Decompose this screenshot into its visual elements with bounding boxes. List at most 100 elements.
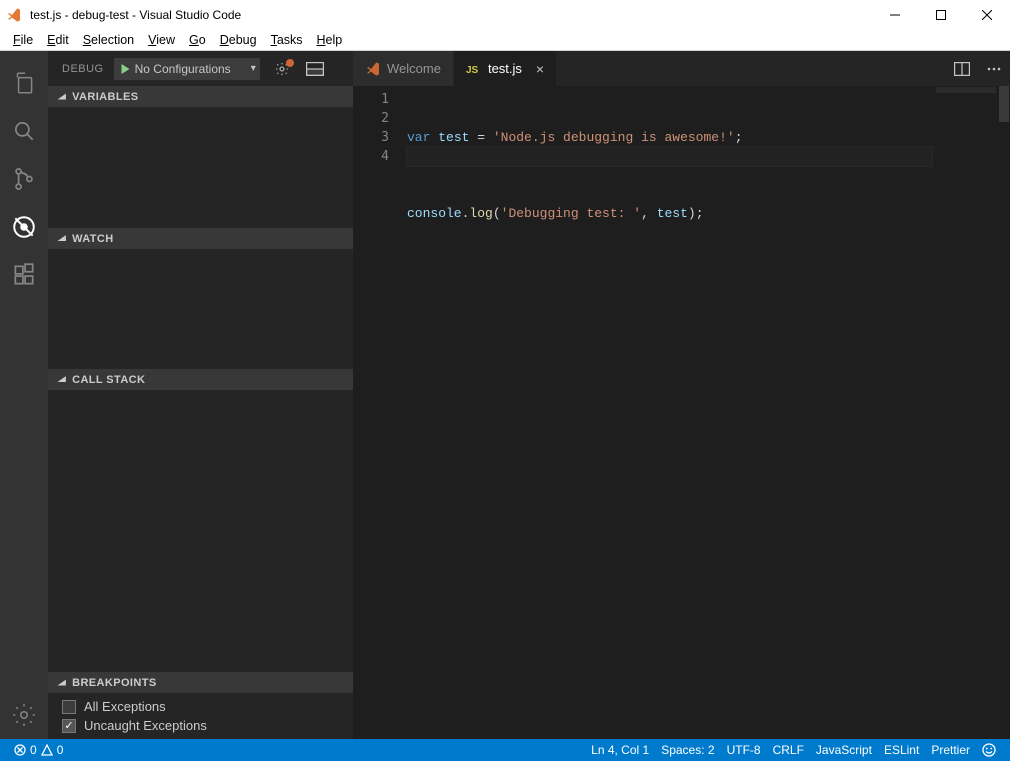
panel-watch-body	[48, 249, 353, 369]
code-punct: (	[493, 206, 501, 221]
status-prettier[interactable]: Prettier	[925, 743, 976, 757]
editor-tabs: Welcome JS test.js ×	[353, 51, 1010, 86]
editor-group: Welcome JS test.js × 1 2 3 4	[353, 51, 1010, 739]
panel-callstack-header[interactable]: ◢ CALL STACK	[48, 369, 353, 390]
panel-callstack-label: CALL STACK	[72, 374, 145, 386]
code-string: 'Debugging test: '	[501, 206, 641, 221]
activity-debug-icon[interactable]	[0, 203, 48, 251]
panel-callstack-body	[48, 390, 353, 672]
editor-body[interactable]: 1 2 3 4 var test = 'Node.js debugging is…	[353, 86, 1010, 739]
code-keyword: var	[407, 130, 430, 145]
activity-search-icon[interactable]	[0, 107, 48, 155]
minimap[interactable]	[936, 87, 996, 93]
status-eol[interactable]: CRLF	[767, 743, 810, 757]
window-minimize-button[interactable]	[872, 0, 918, 30]
panel-variables-body	[48, 107, 353, 228]
panel-breakpoints-label: BREAKPOINTS	[72, 677, 156, 689]
menu-debug[interactable]: Debug	[213, 31, 264, 49]
code-operator: =	[469, 130, 492, 145]
tab-testjs[interactable]: JS test.js ×	[454, 51, 557, 86]
error-icon	[14, 744, 26, 756]
vscode-logo-icon	[365, 61, 381, 77]
line-number: 2	[353, 109, 407, 128]
warning-icon	[41, 744, 53, 756]
status-problems[interactable]: 0 0	[8, 743, 69, 757]
breakpoint-label: Uncaught Exceptions	[84, 718, 207, 733]
panel-watch-label: WATCH	[72, 233, 114, 245]
chevron-down-icon: ◢	[58, 93, 66, 101]
code-identifier: test	[657, 206, 688, 221]
code-function: log	[469, 206, 492, 221]
breakpoint-uncaught-exceptions[interactable]: ✓ Uncaught Exceptions	[48, 716, 353, 735]
chevron-down-icon: ◢	[58, 679, 66, 687]
debug-start-icon[interactable]	[120, 63, 131, 75]
debug-config-selector[interactable]: No Configurations ▾	[114, 58, 260, 80]
debug-configure-icon[interactable]	[274, 61, 290, 77]
editor-gutter: 1 2 3 4	[353, 86, 407, 739]
status-cursor-position[interactable]: Ln 4, Col 1	[585, 743, 655, 757]
activity-extensions-icon[interactable]	[0, 251, 48, 299]
status-eslint[interactable]: ESLint	[878, 743, 925, 757]
checkbox-unchecked-icon[interactable]	[62, 700, 76, 714]
close-icon[interactable]: ×	[536, 61, 544, 77]
vscode-logo-icon	[6, 6, 24, 24]
editor-code[interactable]: var test = 'Node.js debugging is awesome…	[407, 86, 1010, 739]
debug-sidebar: DEBUG No Configurations ▾ ◢ VARIABLES ◢	[48, 51, 353, 739]
breakpoint-all-exceptions[interactable]: All Exceptions	[48, 697, 353, 716]
error-count: 0	[30, 743, 37, 757]
window-titlebar: test.js - debug-test - Visual Studio Cod…	[0, 0, 1010, 30]
activity-settings-icon[interactable]	[0, 691, 48, 739]
menu-go[interactable]: Go	[182, 31, 213, 49]
activity-explorer-icon[interactable]	[0, 59, 48, 107]
line-number: 1	[353, 90, 407, 109]
panel-breakpoints-header[interactable]: ◢ BREAKPOINTS	[48, 672, 353, 693]
window-maximize-button[interactable]	[918, 0, 964, 30]
js-file-icon: JS	[466, 61, 482, 77]
status-feedback-icon[interactable]	[976, 743, 1002, 757]
menu-edit[interactable]: Edit	[40, 31, 76, 49]
status-encoding[interactable]: UTF-8	[721, 743, 767, 757]
menu-help[interactable]: Help	[310, 31, 350, 49]
code-identifier: test	[438, 130, 469, 145]
tab-label: test.js	[488, 61, 522, 76]
window-title: test.js - debug-test - Visual Studio Cod…	[30, 8, 241, 22]
code-punct: ,	[641, 206, 657, 221]
menu-selection[interactable]: Selection	[76, 31, 141, 49]
code-punct: ;	[735, 130, 743, 145]
svg-text:JS: JS	[466, 65, 479, 76]
breakpoint-label: All Exceptions	[84, 699, 166, 714]
tab-label: Welcome	[387, 61, 441, 76]
status-indent[interactable]: Spaces: 2	[655, 743, 720, 757]
tab-welcome[interactable]: Welcome	[353, 51, 454, 86]
panel-breakpoints-body: All Exceptions ✓ Uncaught Exceptions	[48, 693, 353, 739]
menu-file[interactable]: File	[6, 31, 40, 49]
current-line-highlight	[407, 147, 932, 166]
editor-scrollbar[interactable]	[998, 86, 1010, 739]
menu-view[interactable]: View	[141, 31, 182, 49]
window-close-button[interactable]	[964, 0, 1010, 30]
debug-console-icon[interactable]	[306, 62, 324, 76]
code-string: 'Node.js debugging is awesome!'	[493, 130, 735, 145]
code-object: console	[407, 206, 462, 221]
status-language[interactable]: JavaScript	[810, 743, 878, 757]
panel-variables-label: VARIABLES	[72, 91, 138, 103]
status-bar: 0 0 Ln 4, Col 1 Spaces: 2 UTF-8 CRLF Jav…	[0, 739, 1010, 761]
checkbox-checked-icon[interactable]: ✓	[62, 719, 76, 733]
line-number: 4	[353, 147, 407, 166]
chevron-down-icon: ◢	[58, 376, 66, 384]
line-number: 3	[353, 128, 407, 147]
split-editor-icon[interactable]	[946, 51, 978, 86]
debug-header: DEBUG No Configurations ▾	[48, 51, 353, 86]
chevron-down-icon: ▾	[251, 63, 256, 74]
panel-watch-header[interactable]: ◢ WATCH	[48, 228, 353, 249]
chevron-down-icon: ◢	[58, 235, 66, 243]
code-punct: )	[688, 206, 696, 221]
warning-count: 0	[57, 743, 64, 757]
menu-tasks[interactable]: Tasks	[264, 31, 310, 49]
config-badge-icon	[286, 59, 294, 67]
more-actions-icon[interactable]	[978, 51, 1010, 86]
panel-variables-header[interactable]: ◢ VARIABLES	[48, 86, 353, 107]
debug-title: DEBUG	[62, 63, 104, 75]
activity-scm-icon[interactable]	[0, 155, 48, 203]
activity-bar	[0, 51, 48, 739]
